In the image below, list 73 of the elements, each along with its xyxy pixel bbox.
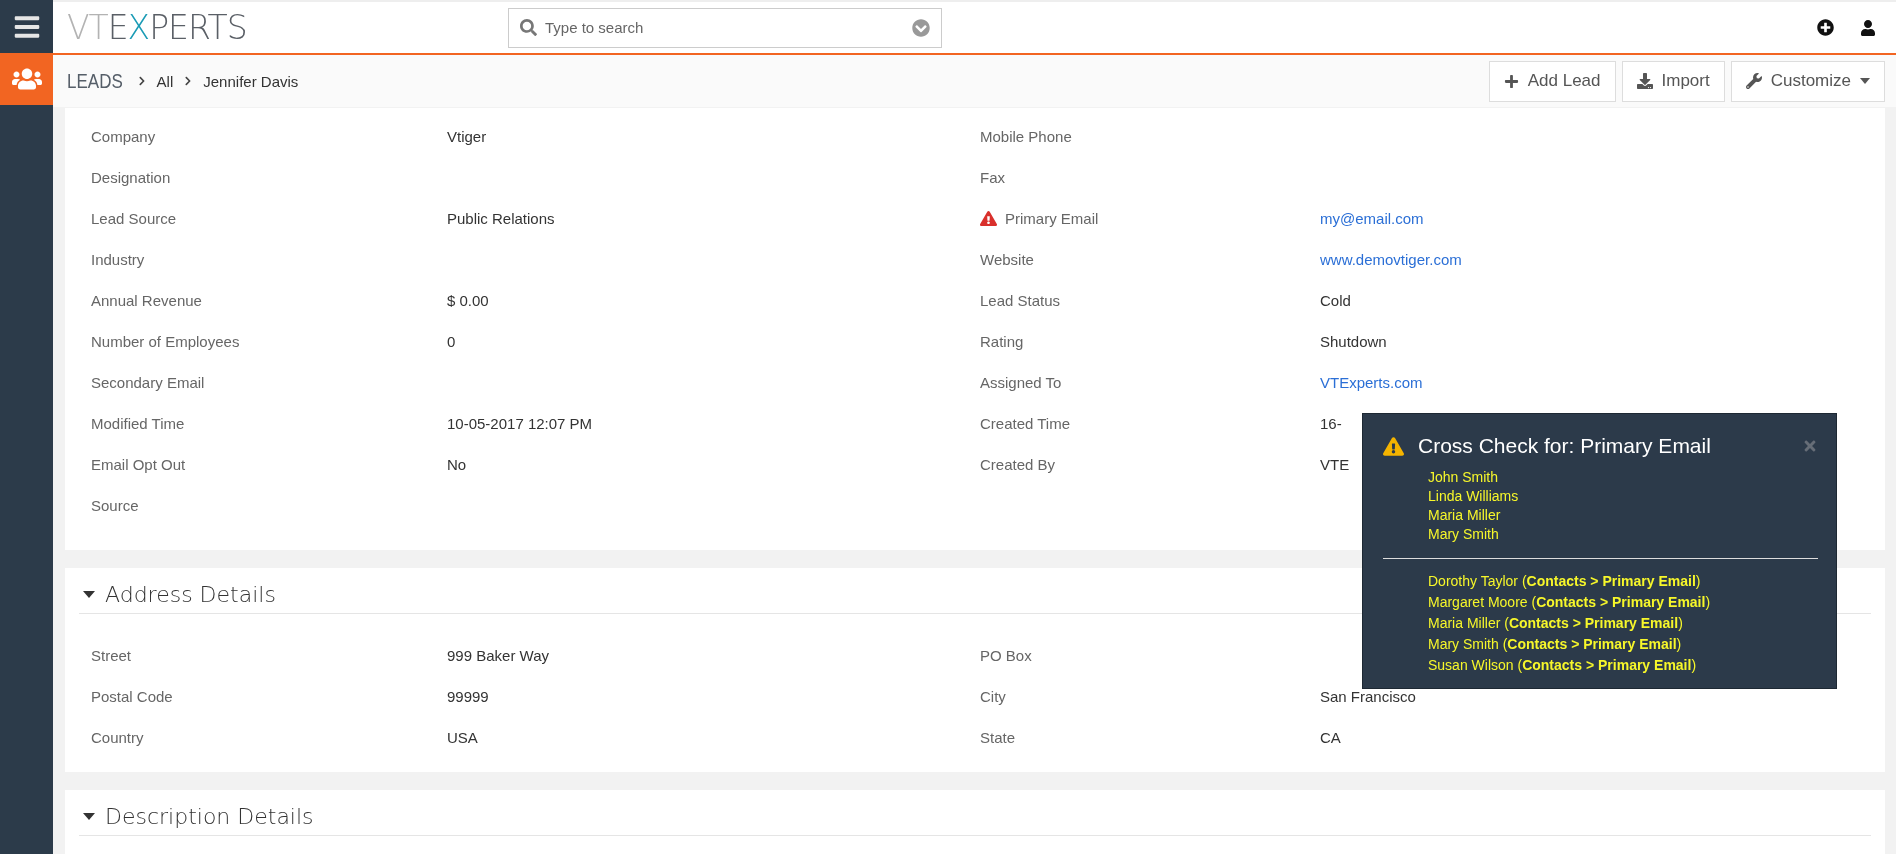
download-icon bbox=[1636, 73, 1653, 89]
section-header[interactable]: Description Details bbox=[79, 798, 1871, 836]
field-label: Street bbox=[91, 647, 132, 664]
caret-icon bbox=[83, 813, 95, 820]
field-value: VTE bbox=[1320, 456, 1350, 473]
field-value: $ 0.00 bbox=[447, 292, 489, 309]
field-label: Secondary Email bbox=[91, 374, 205, 391]
match-link[interactable]: Maria Miller bbox=[1428, 506, 1501, 525]
logo: VTEXPERTS bbox=[67, 8, 248, 47]
match-link[interactable]: Mary Smith (Contacts > Primary Email) bbox=[1428, 634, 1682, 655]
match-link[interactable]: Maria Miller (Contacts > Primary Email) bbox=[1428, 613, 1683, 634]
search-field[interactable]: Type to search bbox=[508, 7, 942, 48]
field-value: 16- bbox=[1320, 415, 1342, 432]
warning-icon bbox=[1383, 435, 1404, 457]
match-link[interactable]: Susan Wilson (Contacts > Primary Email) bbox=[1428, 655, 1697, 676]
wrench-icon bbox=[1745, 73, 1762, 89]
field-label: Postal Code bbox=[91, 688, 173, 705]
field-label: Rating bbox=[980, 333, 1024, 350]
match-link[interactable]: John Smith bbox=[1428, 468, 1499, 487]
field-link[interactable]: my@email.com bbox=[1320, 210, 1424, 227]
customize-button[interactable]: Customize bbox=[1730, 60, 1885, 102]
field-value: 0 bbox=[447, 333, 456, 350]
field-label: Email Opt Out bbox=[91, 456, 186, 473]
caret-icon bbox=[1860, 78, 1870, 84]
module-title[interactable]: LEADS bbox=[67, 69, 123, 93]
field-label: City bbox=[980, 688, 1006, 705]
field-label: Website bbox=[980, 251, 1034, 268]
add-icon[interactable] bbox=[1817, 19, 1834, 36]
match-link[interactable]: Mary Smith bbox=[1428, 525, 1499, 544]
user-icon[interactable] bbox=[1860, 19, 1876, 36]
field-label: Primary Email bbox=[1005, 210, 1099, 227]
field-label: Assigned To bbox=[980, 374, 1062, 391]
field-label: Lead Source bbox=[91, 210, 177, 227]
import-button[interactable]: Import bbox=[1621, 60, 1725, 102]
field-label: Annual Revenue bbox=[91, 292, 202, 309]
field-label: Number of Employees bbox=[91, 333, 240, 350]
field-label: Fax bbox=[980, 169, 1005, 186]
field-label: Designation bbox=[91, 169, 171, 186]
field-label: PO Box bbox=[980, 647, 1032, 664]
field-value: 999 Baker Way bbox=[447, 647, 549, 664]
field-label: Created Time bbox=[980, 415, 1071, 432]
field-value: San Francisco bbox=[1320, 688, 1416, 705]
field-value: Public Relations bbox=[447, 210, 555, 227]
add-button[interactable]: Add Lead bbox=[1488, 60, 1616, 102]
field-label: Company bbox=[91, 128, 156, 145]
field-value: Cold bbox=[1320, 292, 1351, 309]
field-label: Modified Time bbox=[91, 415, 185, 432]
field-label: Created By bbox=[980, 456, 1056, 473]
plus-icon bbox=[1503, 73, 1519, 89]
breadcrumb-link[interactable]: All bbox=[156, 72, 174, 90]
search-icon bbox=[520, 18, 537, 36]
field-value: 10-05-2017 12:07 PM bbox=[447, 415, 593, 432]
field-label: Mobile Phone bbox=[980, 128, 1072, 145]
match-link[interactable]: Linda Williams bbox=[1428, 487, 1519, 506]
field-label: Lead Status bbox=[980, 292, 1061, 309]
field-label: Country bbox=[91, 729, 144, 746]
field-label: Industry bbox=[91, 251, 145, 268]
field-value: 99999 bbox=[447, 688, 489, 705]
caret-icon bbox=[83, 591, 95, 598]
field-value: Shutdown bbox=[1320, 333, 1387, 350]
field-label: State bbox=[980, 729, 1016, 746]
field-label: Source bbox=[91, 497, 139, 514]
chevron-right-icon bbox=[136, 76, 147, 86]
field-value: CA bbox=[1320, 729, 1341, 746]
field-value: No bbox=[447, 456, 467, 473]
match-link[interactable]: Margaret Moore (Contacts > Primary Email) bbox=[1428, 592, 1711, 613]
field-value: USA bbox=[447, 729, 478, 746]
field-link[interactable]: VTExperts.com bbox=[1320, 374, 1423, 391]
field-link[interactable]: www.demovtiger.com bbox=[1320, 251, 1462, 268]
field-value: Vtiger bbox=[447, 128, 487, 145]
popup-title: Cross Check for: Primary Email bbox=[1418, 434, 1711, 458]
breadcrumb-link[interactable]: Jennifer Davis bbox=[203, 72, 299, 90]
chevron-down-icon[interactable] bbox=[912, 18, 930, 37]
